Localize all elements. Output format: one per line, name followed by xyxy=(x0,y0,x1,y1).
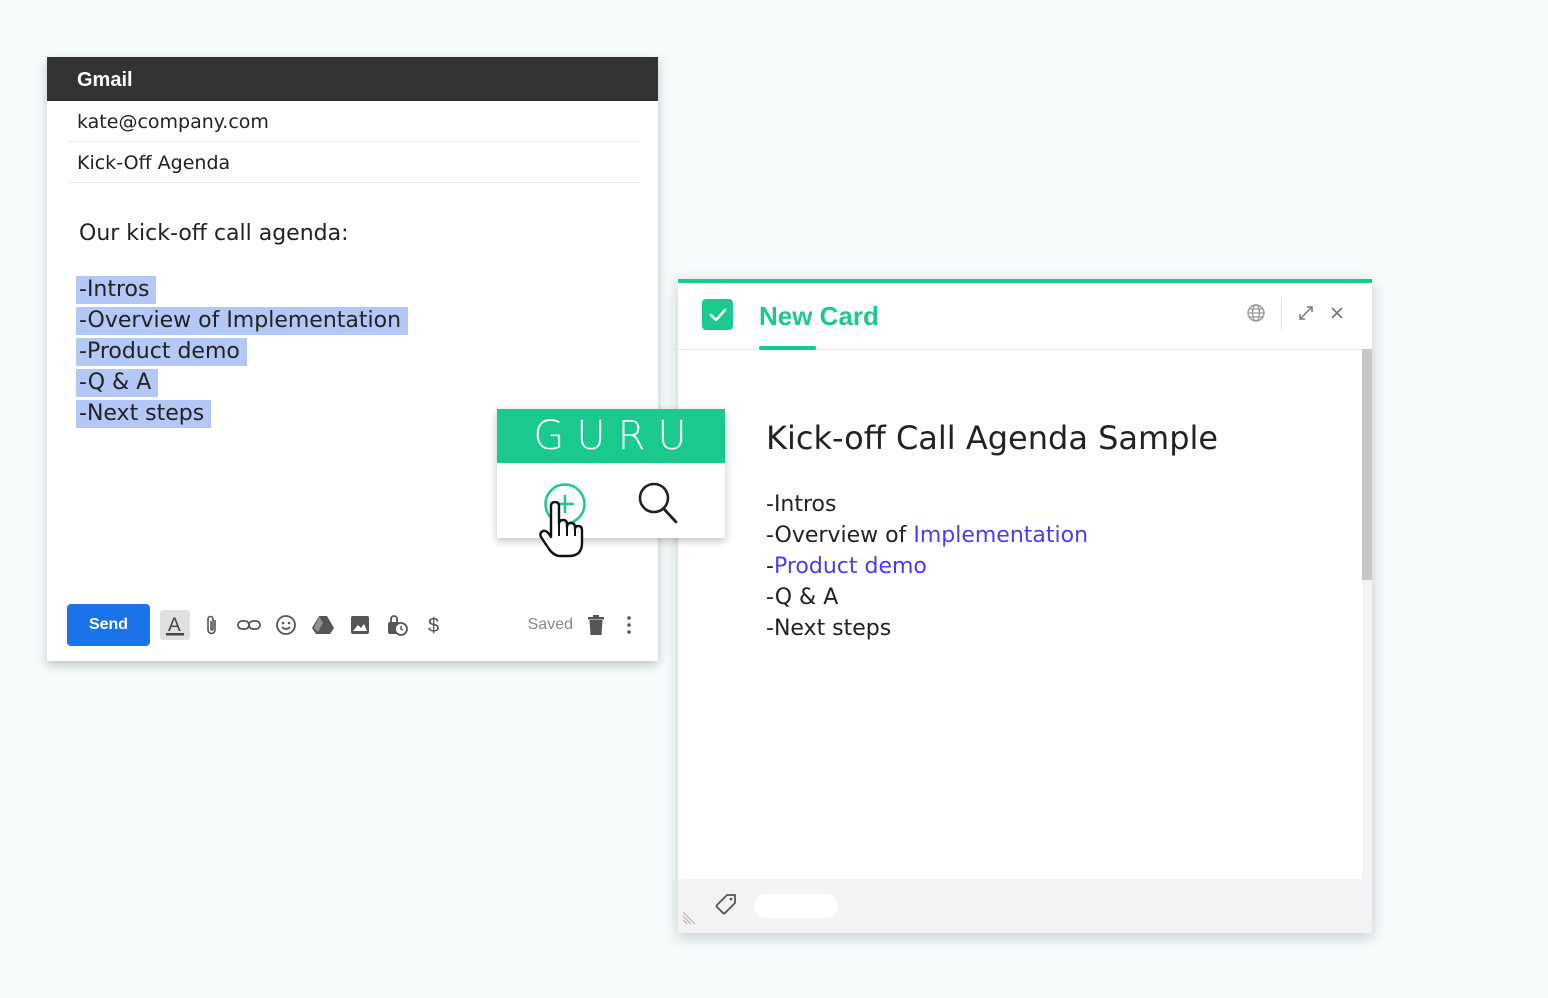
card-line-text: -Overview of xyxy=(766,523,914,548)
checkmark-icon[interactable] xyxy=(702,299,733,330)
hand-cursor-icon xyxy=(538,500,584,563)
card-title: New Card xyxy=(759,301,879,331)
gmail-compose-window: Gmail kate@company.com Kick-Off Agenda O… xyxy=(47,57,658,661)
money-icon[interactable]: $ xyxy=(419,610,449,640)
email-body[interactable]: Our kick-off call agenda: -Intros -Overv… xyxy=(47,183,658,431)
implementation-link[interactable]: Implementation xyxy=(913,523,1088,548)
scrollbar-thumb[interactable] xyxy=(1362,349,1372,580)
expand-icon[interactable] xyxy=(1298,305,1314,325)
agenda-item: -Next steps xyxy=(76,400,212,428)
agenda-item: -Intros xyxy=(76,276,157,304)
image-icon[interactable] xyxy=(345,610,375,640)
agenda-item: -Overview of Implementation xyxy=(76,307,409,335)
email-intro: Our kick-off call agenda: xyxy=(79,221,349,246)
saved-status: Saved xyxy=(527,616,573,633)
card-line: -Next steps xyxy=(766,616,892,641)
drive-icon[interactable] xyxy=(308,610,338,640)
card-doc-title: Kick-off Call Agenda Sample xyxy=(766,419,1219,457)
trash-icon[interactable] xyxy=(581,610,611,640)
confidential-icon[interactable] xyxy=(382,610,412,640)
subject-field[interactable]: Kick-Off Agenda xyxy=(67,142,640,183)
svg-text:A: A xyxy=(168,615,181,636)
resize-handle-icon[interactable] xyxy=(682,910,696,929)
agenda-item: -Product demo xyxy=(76,338,247,366)
globe-icon[interactable] xyxy=(1246,303,1266,327)
emoji-icon[interactable] xyxy=(271,610,301,640)
guru-card-editor: New Card Kick-off Call Agenda Sample -In… xyxy=(678,279,1372,933)
compose-toolbar: Send A $ Saved xyxy=(67,604,640,646)
tag-icon[interactable] xyxy=(714,893,738,921)
send-button[interactable]: Send xyxy=(67,604,150,646)
card-header: New Card xyxy=(678,283,1372,350)
card-line: -Overview of Implementation xyxy=(766,520,1088,551)
tag-input-pill[interactable] xyxy=(754,894,838,918)
close-icon[interactable] xyxy=(1329,305,1345,325)
card-doc-lines: -Intros -Overview of Implementation -Pro… xyxy=(766,489,1088,644)
card-line: -Q & A xyxy=(766,585,839,610)
card-scrollbar[interactable] xyxy=(1362,349,1372,879)
header-divider xyxy=(1281,298,1282,330)
card-line-text: - xyxy=(766,554,774,579)
guru-extension-popup: GURU xyxy=(497,409,725,558)
link-icon[interactable] xyxy=(234,610,264,640)
product-demo-link[interactable]: Product demo xyxy=(774,554,927,579)
format-text-icon[interactable]: A xyxy=(160,610,190,640)
more-options-icon[interactable] xyxy=(618,610,640,640)
attach-icon[interactable] xyxy=(197,610,227,640)
agenda-item: -Q & A xyxy=(76,369,159,397)
svg-text:$: $ xyxy=(428,615,439,636)
gmail-title: Gmail xyxy=(47,57,658,101)
card-line: -Intros xyxy=(766,492,837,517)
guru-actions xyxy=(497,463,725,558)
guru-logo: GURU xyxy=(497,409,725,463)
card-footer xyxy=(678,879,1372,933)
card-content-area[interactable]: Kick-off Call Agenda Sample -Intros -Ove… xyxy=(678,349,1362,879)
search-icon[interactable] xyxy=(637,481,679,529)
card-line: -Product demo xyxy=(766,551,1088,582)
to-field[interactable]: kate@company.com xyxy=(67,101,640,142)
